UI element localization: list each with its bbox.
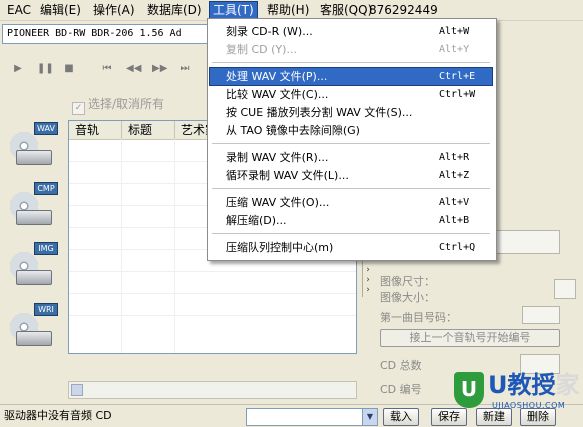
menu-item-remove-gaps[interactable]: 从 TAO 镜像中去除间隙(G) bbox=[210, 122, 492, 139]
shield-logo-icon: U bbox=[454, 372, 484, 408]
cd-total-label: CD 总数 bbox=[380, 359, 422, 372]
menu-item-process-wav[interactable]: 处理 WAV 文件(P)... Ctrl+E bbox=[209, 67, 493, 86]
stop-icon[interactable]: ■ bbox=[62, 62, 76, 76]
status-message: 驱动器中没有音频 CD bbox=[4, 409, 112, 422]
watermark-brand: U教授家 bbox=[488, 371, 580, 399]
menu-item-copy-cd: 复制 CD (Y)... Alt+Y bbox=[226, 43, 470, 56]
menu-tools[interactable]: 工具(T) bbox=[209, 1, 258, 19]
menu-item-compress-wav[interactable]: 压缩 WAV 文件(O)... Alt+V bbox=[210, 194, 492, 211]
profile-select[interactable]: ▼ bbox=[246, 408, 378, 426]
image-size2-label: 图像大小： bbox=[380, 291, 435, 304]
grid-line bbox=[121, 139, 122, 353]
image-size-label: 图像尺寸： bbox=[380, 275, 435, 288]
grid-line bbox=[69, 315, 356, 316]
chevron-right-icon: › bbox=[366, 275, 370, 285]
menu-support[interactable]: 客服(QQ) bbox=[317, 2, 375, 18]
chevron-right-icon: › bbox=[366, 265, 370, 275]
tools-menu: 刻录 CD-R (W)... Alt+W 复制 CD (Y)... Alt+Y … bbox=[207, 18, 497, 261]
drive-icon bbox=[16, 331, 52, 346]
chevron-right-icon: › bbox=[366, 285, 370, 295]
chevron-down-icon[interactable]: ▼ bbox=[362, 409, 377, 425]
menu-item-compare-wav[interactable]: 比较 WAV 文件(C)... Ctrl+W bbox=[210, 86, 492, 103]
menu-separator bbox=[212, 62, 490, 63]
pause-icon[interactable]: ❚❚ bbox=[37, 62, 54, 76]
menu-item-record-wav[interactable]: 录制 WAV 文件(R)... Alt+R bbox=[210, 149, 492, 166]
grid-line bbox=[174, 139, 175, 353]
column-header-track[interactable]: 音轨 bbox=[69, 121, 122, 139]
previous-track-icon[interactable]: ⏮ bbox=[100, 62, 114, 76]
column-header-title[interactable]: 标题 bbox=[122, 121, 175, 139]
image-preview-box bbox=[554, 279, 576, 299]
panel-splitter[interactable]: › › › › bbox=[362, 255, 373, 297]
menu-item-burn-cdr[interactable]: 刻录 CD-R (W)... Alt+W bbox=[210, 23, 492, 40]
menu-help[interactable]: 帮助(H) bbox=[264, 2, 312, 18]
watermark-logo: U U教授家 UJIAOSHOU.COM bbox=[430, 370, 580, 420]
img-tag: IMG bbox=[34, 242, 58, 255]
play-icon[interactable]: ▶ bbox=[11, 62, 25, 76]
drive-icon bbox=[16, 150, 52, 165]
cmp-tag: CMP bbox=[34, 182, 58, 195]
horizontal-scrollbar[interactable] bbox=[68, 381, 357, 399]
menu-item-compression-queue[interactable]: 压缩队列控制中心(m) Ctrl+Q bbox=[210, 239, 492, 256]
first-track-label: 第一曲目号码： bbox=[380, 311, 457, 324]
rewind-icon[interactable]: ◀◀ bbox=[126, 62, 141, 76]
next-track-icon[interactable]: ⏭ bbox=[178, 62, 192, 76]
menu-edit[interactable]: 编辑(E) bbox=[37, 2, 84, 18]
menu-separator bbox=[212, 143, 490, 144]
fast-forward-icon[interactable]: ▶▶ bbox=[152, 62, 167, 76]
cmp-tool-button[interactable]: CMP bbox=[8, 182, 58, 230]
first-track-field[interactable] bbox=[522, 306, 560, 324]
load-button[interactable]: 载入 bbox=[383, 408, 419, 426]
wri-tool-button[interactable]: WRI bbox=[8, 303, 58, 351]
wav-tag: WAV bbox=[34, 122, 58, 135]
cd-number-label: CD 编号 bbox=[380, 383, 422, 396]
menu-item-loop-record-wav[interactable]: 循环录制 WAV 文件(L)... Alt+Z bbox=[210, 167, 492, 184]
scrollbar-thumb[interactable] bbox=[71, 384, 83, 396]
watermark-url: UJIAOSHOU.COM bbox=[492, 401, 566, 410]
select-all-label: 选择/取消所有 bbox=[88, 97, 165, 111]
menu-database[interactable]: 数据库(D) bbox=[144, 2, 205, 18]
menu-item-split-by-cue[interactable]: 按 CUE 播放列表分割 WAV 文件(S)... bbox=[210, 104, 492, 121]
menu-separator bbox=[212, 233, 490, 234]
img-tool-button[interactable]: IMG bbox=[8, 242, 58, 290]
wav-tool-button[interactable]: WAV bbox=[8, 122, 58, 170]
select-all-checkbox[interactable]: ✓ 选择/取消所有 bbox=[72, 96, 165, 115]
menu-eac[interactable]: EAC bbox=[4, 2, 34, 18]
wri-tag: WRI bbox=[34, 303, 58, 316]
grid-line bbox=[69, 271, 356, 272]
support-phone: 876292449 bbox=[369, 3, 438, 17]
drive-icon bbox=[16, 270, 52, 285]
continue-numbering-button[interactable]: 接上一个音轨号开始编号 bbox=[380, 329, 560, 347]
checkbox-box-icon: ✓ bbox=[72, 102, 85, 115]
grid-line bbox=[69, 293, 356, 294]
menu-operation[interactable]: 操作(A) bbox=[90, 2, 138, 18]
drive-icon bbox=[16, 210, 52, 225]
menu-item-decompress[interactable]: 解压缩(D)... Alt+B bbox=[210, 212, 492, 229]
menu-separator bbox=[212, 188, 490, 189]
